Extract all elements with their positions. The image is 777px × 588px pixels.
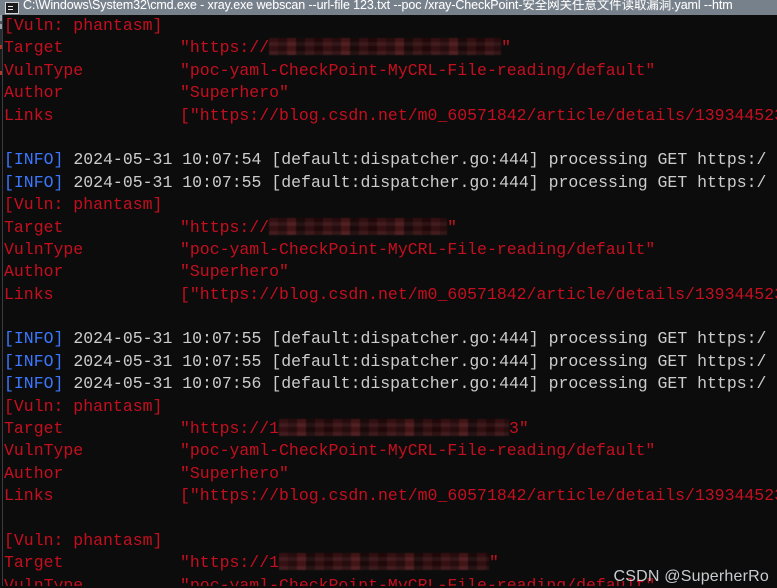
log-info-line: [INFO] 2024-05-31 10:07:55 [default:disp… <box>4 172 777 194</box>
window-title: C:\Windows\System32\cmd.exe - xray.exe w… <box>23 0 733 12</box>
vuln-field-key: Author <box>4 262 64 282</box>
window-left-border <box>2 15 3 588</box>
vuln-field-key: Target <box>4 419 64 439</box>
vuln-header-line: [Vuln: phantasm] <box>4 194 777 216</box>
vuln-field-row: VulnType "poc-yaml-CheckPoint-MyCRL-File-… <box>4 60 777 82</box>
log-level-badge: [INFO] <box>4 374 64 394</box>
redacted-target-mosaic <box>269 38 502 56</box>
vuln-target-suffix: " <box>489 553 499 573</box>
log-level-badge: [INFO] <box>4 351 64 371</box>
vuln-field-row: Target "https:// " <box>4 217 777 239</box>
log-info-line: [INFO] 2024-05-31 10:07:56 [default:disp… <box>4 373 777 395</box>
vuln-field-value: "Superhero" <box>180 463 289 483</box>
log-message-text: 2024-05-31 10:07:54 [default:dispatcher.… <box>63 150 767 170</box>
vuln-field-row: Author "Superhero" <box>4 463 777 485</box>
log-message-text: 2024-05-31 10:07:55 [default:dispatcher.… <box>63 351 767 371</box>
vuln-header-line: [Vuln: phantasm] <box>4 530 777 552</box>
window-titlebar[interactable]: C:\Windows\System32\cmd.exe - xray.exe w… <box>0 0 777 15</box>
log-level-badge: [INFO] <box>4 150 64 170</box>
vuln-field-key: VulnType <box>4 239 84 259</box>
log-message-text: 2024-05-31 10:07:55 [default:dispatcher.… <box>63 172 767 192</box>
vuln-field-row: Author "Superhero" <box>4 261 777 283</box>
console-output[interactable]: [Vuln: phantasm] Target "https://" VulnType… <box>4 15 777 588</box>
vuln-field-key: Links <box>4 105 54 125</box>
vuln-target-suffix: 3" <box>509 419 529 439</box>
vuln-field-value: "poc-yaml-CheckPoint-MyCRL-File-reading/… <box>180 60 656 80</box>
vuln-field-key: Target <box>4 38 64 58</box>
vuln-header-line: [Vuln: phantasm] <box>4 15 777 37</box>
vuln-header-line: [Vuln: phantasm] <box>4 396 777 418</box>
vuln-field-row: Target "https:// " <box>4 37 777 59</box>
console-window: C:\Windows\System32\cmd.exe - xray.exe w… <box>0 0 777 588</box>
vuln-field-row: Links ["https://blog.csdn.net/m0_60571842… <box>4 105 777 127</box>
vuln-target-suffix: " <box>501 38 512 58</box>
redacted-target-mosaic <box>269 217 448 235</box>
redacted-target-mosaic <box>279 419 510 437</box>
vuln-field-row: Target "https://1 " <box>4 552 777 574</box>
vuln-field-value: "Superhero" <box>180 262 289 282</box>
redacted-target-mosaic <box>279 553 490 571</box>
vuln-field-key: VulnType <box>4 60 84 80</box>
console-window-icon <box>5 1 19 14</box>
vuln-field-key: Author <box>4 463 64 483</box>
vuln-header-text: [Vuln: phantasm] <box>4 195 163 215</box>
vuln-header-text: [Vuln: phantasm] <box>4 530 163 550</box>
vuln-header-text: [Vuln: phantasm] <box>4 396 163 416</box>
vuln-target-suffix: " <box>447 217 458 237</box>
vuln-target-prefix: "https:// <box>180 217 270 237</box>
vuln-field-row: Links ["https://blog.csdn.net/m0_60571842… <box>4 284 777 306</box>
vuln-field-row: Target "https://1 3" <box>4 418 777 440</box>
vuln-field-key: Author <box>4 83 64 103</box>
vuln-field-key: Links <box>4 284 54 304</box>
vuln-field-value: "poc-yaml-CheckPoint-MyCRL-File-reading/… <box>180 239 656 259</box>
log-level-badge: [INFO] <box>4 329 64 349</box>
vuln-field-key: Target <box>4 217 64 237</box>
vuln-field-value: ["https://blog.csdn.net/m0_60571842/arti… <box>180 486 777 506</box>
vuln-field-row: Links ["https://blog.csdn.net/m0_60571842… <box>4 485 777 507</box>
log-message-text: 2024-05-31 10:07:55 [default:dispatcher.… <box>63 329 767 349</box>
vuln-target-prefix: "https://1 <box>180 419 280 439</box>
vuln-header-text: [Vuln: phantasm] <box>4 16 163 35</box>
vuln-field-row: VulnType "poc-yaml-CheckPoint-MyCRL-File-… <box>4 239 777 261</box>
log-info-line: [INFO] 2024-05-31 10:07:55 [default:disp… <box>4 328 777 350</box>
vuln-field-value: "Superhero" <box>180 83 289 103</box>
vuln-field-key: VulnType <box>4 441 84 461</box>
vuln-field-row: Author "Superhero" <box>4 82 777 104</box>
vuln-target-prefix: "https:// <box>180 38 270 58</box>
vuln-field-value: ["https://blog.csdn.net/m0_60571842/arti… <box>180 105 777 125</box>
log-info-line: [INFO] 2024-05-31 10:07:54 [default:disp… <box>4 149 777 171</box>
vuln-field-value: "poc-yaml-CheckPoint-MyCRL-File-reading/… <box>180 441 656 461</box>
log-message-text: 2024-05-31 10:07:56 [default:dispatcher.… <box>63 374 767 394</box>
vuln-field-key: Target <box>4 553 64 573</box>
vuln-field-row: VulnType "poc-yaml-CheckPoint-MyCRL-File-… <box>4 440 777 462</box>
log-level-badge: [INFO] <box>4 172 64 192</box>
log-info-line: [INFO] 2024-05-31 10:07:55 [default:disp… <box>4 351 777 373</box>
vuln-target-prefix: "https://1 <box>180 553 280 573</box>
vuln-field-value: ["https://blog.csdn.net/m0_60571842/arti… <box>180 284 777 304</box>
vuln-field-key: Links <box>4 486 54 506</box>
